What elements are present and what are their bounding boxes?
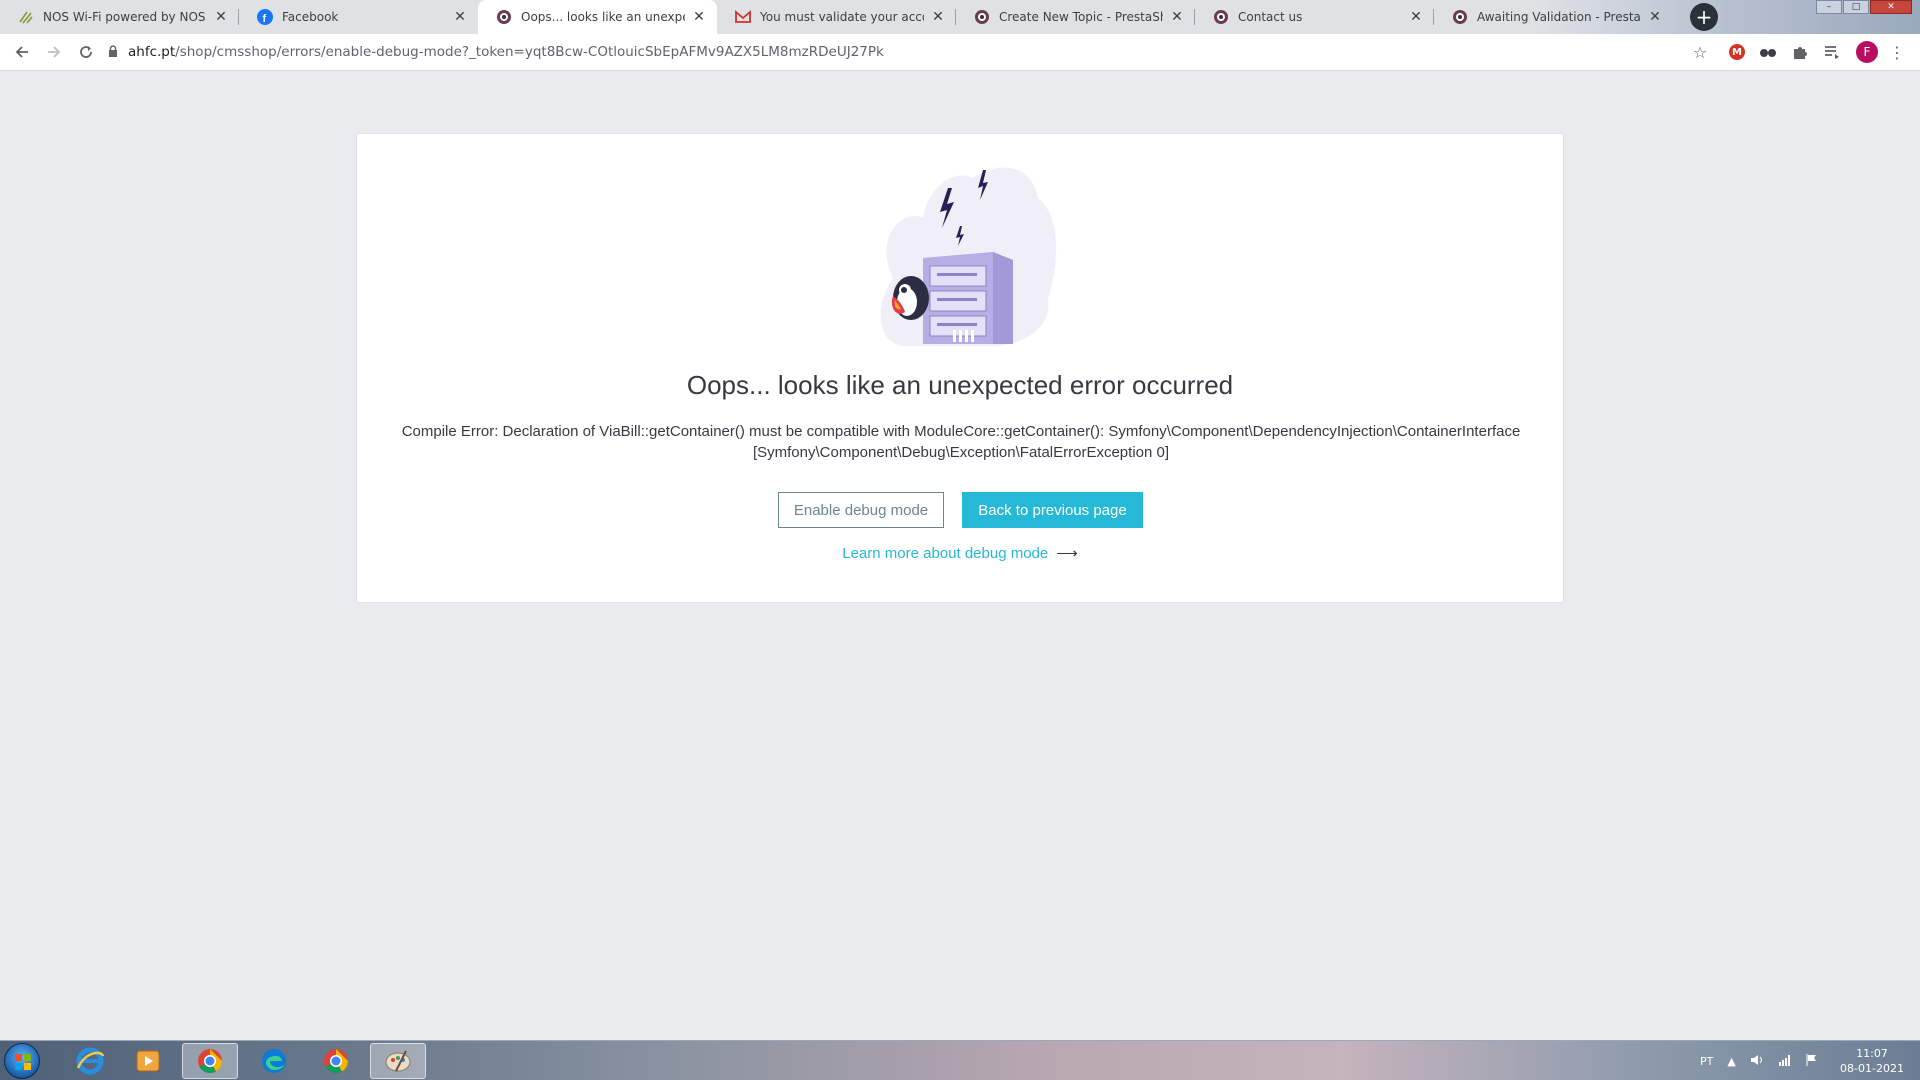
show-hidden-icons-icon[interactable]: ▲ bbox=[1727, 1055, 1735, 1068]
maximize-button[interactable]: □ bbox=[1843, 0, 1869, 14]
edge-icon[interactable] bbox=[246, 1043, 302, 1079]
tab-strip: NOS Wi-Fi powered by NOS - Home ✕ f Face… bbox=[0, 0, 1920, 34]
facebook-icon: f bbox=[257, 9, 273, 25]
paint-icon[interactable] bbox=[370, 1043, 426, 1079]
profile-avatar[interactable]: F bbox=[1856, 41, 1878, 63]
server-error-illustration bbox=[880, 167, 1057, 347]
url-host: ahfc.pt bbox=[128, 44, 176, 60]
learn-more-label: Learn more about debug mode bbox=[842, 545, 1049, 562]
volume-icon[interactable] bbox=[1750, 1054, 1764, 1069]
extension-red-icon[interactable]: M bbox=[1726, 41, 1748, 63]
close-tab-icon[interactable]: ✕ bbox=[691, 9, 707, 25]
chrome-icon[interactable] bbox=[182, 1043, 238, 1079]
back-to-previous-button[interactable]: Back to previous page bbox=[962, 492, 1143, 528]
learn-more-link[interactable]: Learn more about debug mode ⟶ bbox=[357, 544, 1563, 562]
tab-facebook[interactable]: f Facebook ✕ bbox=[239, 0, 478, 34]
extension-badge: M bbox=[1729, 44, 1745, 60]
error-message: Compile Error: Declaration of ViaBill::g… bbox=[401, 423, 1521, 461]
svg-text:f: f bbox=[263, 13, 267, 25]
taskbar: PT ▲ 11:07 08-01-2021 bbox=[0, 1040, 1920, 1080]
network-icon[interactable] bbox=[1778, 1054, 1792, 1069]
close-tab-icon[interactable]: ✕ bbox=[213, 9, 229, 25]
close-tab-icon[interactable]: ✕ bbox=[452, 9, 468, 25]
clock-date: 08-01-2021 bbox=[1840, 1062, 1904, 1075]
tab-title: You must validate your account to c bbox=[760, 10, 924, 24]
browser-toolbar: ahfc.pt/shop/cmsshop/errors/enable-debug… bbox=[0, 34, 1920, 71]
clock-time: 11:07 bbox=[1856, 1047, 1888, 1060]
tab-awaiting-validation[interactable]: Awaiting Validation - PrestaShop Fo ✕ bbox=[1434, 0, 1673, 34]
gmail-icon bbox=[735, 9, 751, 25]
tab-nos-wifi[interactable]: NOS Wi-Fi powered by NOS - Home ✕ bbox=[0, 0, 239, 34]
reading-list-icon[interactable] bbox=[1821, 41, 1843, 63]
enable-debug-button[interactable]: Enable debug mode bbox=[778, 492, 944, 528]
internet-explorer-icon[interactable] bbox=[62, 1043, 118, 1079]
action-center-flag-icon[interactable] bbox=[1806, 1053, 1818, 1069]
close-tab-icon[interactable]: ✕ bbox=[1169, 9, 1185, 25]
lock-icon[interactable] bbox=[108, 44, 118, 60]
tab-contact-us[interactable]: Contact us ✕ bbox=[1195, 0, 1434, 34]
close-tab-icon[interactable]: ✕ bbox=[1647, 9, 1663, 25]
address-bar[interactable]: ahfc.pt/shop/cmsshop/errors/enable-debug… bbox=[108, 38, 1698, 66]
tab-error-page[interactable]: Oops... looks like an unexpected error ✕ bbox=[478, 0, 717, 34]
tab-title: NOS Wi-Fi powered by NOS - Home bbox=[43, 10, 207, 24]
extension-glasses-icon[interactable] bbox=[1757, 41, 1779, 63]
system-tray: PT ▲ bbox=[1700, 1041, 1832, 1080]
language-indicator[interactable]: PT bbox=[1700, 1055, 1713, 1068]
tab-title: Awaiting Validation - PrestaShop Fo bbox=[1477, 10, 1641, 24]
tab-title: Facebook bbox=[282, 10, 339, 24]
arrow-right-icon: ⟶ bbox=[1056, 545, 1078, 562]
error-card: Oops... looks like an unexpected error o… bbox=[356, 133, 1564, 603]
windows-start-button[interactable] bbox=[4, 1043, 40, 1079]
prestashop-icon bbox=[1452, 9, 1468, 25]
media-player-icon[interactable] bbox=[120, 1043, 176, 1079]
back-arrow-icon[interactable] bbox=[8, 38, 36, 66]
prestashop-icon bbox=[1213, 9, 1229, 25]
page-title: Oops... looks like an unexpected error o… bbox=[686, 370, 1234, 400]
kebab-menu-icon[interactable]: ⋮ bbox=[1886, 41, 1908, 63]
tab-title: Contact us bbox=[1238, 10, 1303, 24]
reload-icon[interactable] bbox=[72, 38, 100, 66]
extensions-puzzle-icon[interactable] bbox=[1789, 41, 1811, 63]
close-tab-icon[interactable]: ✕ bbox=[1408, 9, 1424, 25]
prestashop-icon bbox=[974, 9, 990, 25]
url-path: /shop/cmsshop/errors/enable-debug-mode?_… bbox=[175, 44, 884, 60]
prestashop-icon bbox=[496, 9, 512, 25]
chrome-icon[interactable] bbox=[308, 1043, 364, 1079]
forward-arrow-icon[interactable] bbox=[40, 38, 68, 66]
tab-gmail[interactable]: You must validate your account to c ✕ bbox=[717, 0, 956, 34]
minimize-button[interactable]: – bbox=[1816, 0, 1842, 14]
tab-title: Oops... looks like an unexpected error bbox=[521, 10, 685, 24]
close-window-button[interactable]: ✕ bbox=[1870, 0, 1912, 14]
window-controls: – □ ✕ bbox=[1815, 0, 1912, 14]
nos-favicon-icon bbox=[18, 9, 34, 25]
close-tab-icon[interactable]: ✕ bbox=[930, 9, 946, 25]
taskbar-clock[interactable]: 11:07 08-01-2021 bbox=[1830, 1046, 1914, 1076]
tab-title: Create New Topic - PrestaShop For bbox=[999, 10, 1163, 24]
bookmark-star-icon[interactable]: ☆ bbox=[1686, 38, 1714, 66]
new-tab-button[interactable]: + bbox=[1690, 3, 1718, 31]
tab-create-topic[interactable]: Create New Topic - PrestaShop For ✕ bbox=[956, 0, 1195, 34]
